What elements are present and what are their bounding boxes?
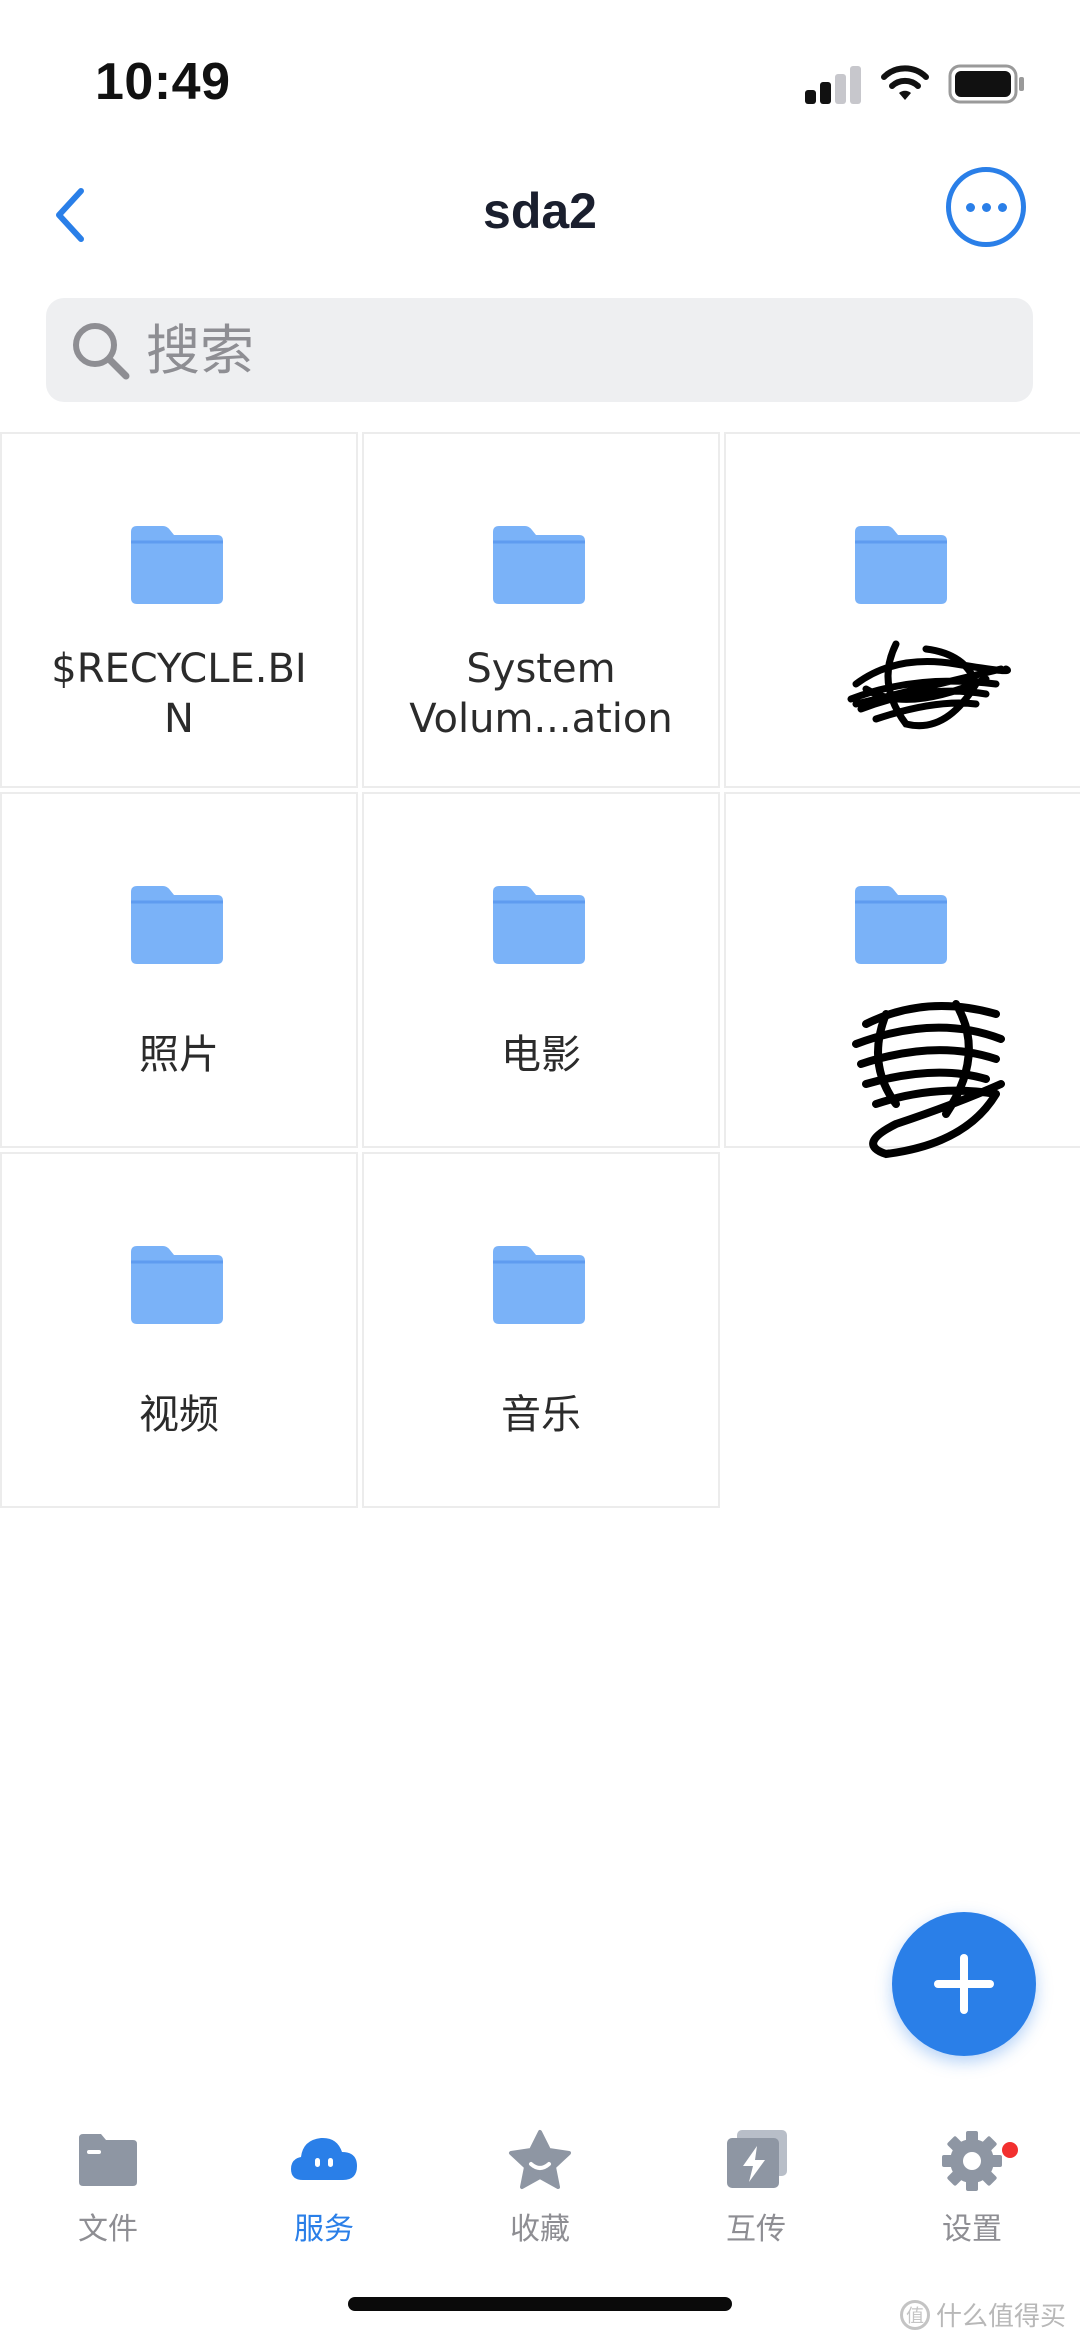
folder-item[interactable]: $RECYCLE.BI N [0, 432, 358, 788]
search-bar[interactable] [46, 298, 1033, 402]
more-options-button[interactable] [946, 167, 1026, 247]
tab-favorites[interactable]: 收藏 [432, 2128, 648, 2258]
folder-name: 视频 [139, 1392, 219, 1438]
folder-icon [493, 1246, 585, 1324]
folder-name-line: System [466, 646, 616, 692]
folder-name-line: $RECYCLE.BI [51, 646, 307, 692]
status-time: 10:49 [95, 53, 231, 111]
cloud-icon [291, 2137, 357, 2180]
navigation-bar: sda2 [0, 160, 1080, 270]
plus-icon [934, 1954, 994, 2014]
battery-icon [948, 64, 1024, 104]
folder-icon [493, 886, 585, 964]
watermark-logo-icon: 值 [899, 2299, 930, 2330]
folder-item[interactable]: 电影 [362, 792, 720, 1148]
folder-name-line: Volum...ation [409, 696, 673, 742]
page-title: sda2 [483, 183, 597, 239]
folder-name: 电影 [501, 1032, 581, 1078]
tab-label: 设置 [942, 2212, 1002, 2247]
tab-label: 互传 [726, 2212, 786, 2247]
notification-badge [1002, 2142, 1018, 2158]
tab-transfer[interactable]: 互传 [648, 2128, 864, 2258]
folder-name: 音乐 [501, 1392, 581, 1438]
home-indicator [348, 2297, 732, 2311]
folder-name: $RECYCLE.BI N [12, 644, 346, 744]
folder-icon [855, 526, 947, 604]
gear-icon [942, 2131, 1002, 2191]
folder-item[interactable]: System Volum...ation [362, 432, 720, 788]
folder-icon [493, 526, 585, 604]
tab-label: 文件 [78, 2212, 138, 2247]
tab-settings[interactable]: 设置 [864, 2128, 1080, 2258]
folder-icon [131, 1246, 223, 1324]
folder-icon [131, 886, 223, 964]
add-button[interactable] [892, 1912, 1036, 2056]
folder-name: 照片 [139, 1032, 219, 1078]
ellipsis-dot [981, 202, 991, 212]
transfer-icon [727, 2130, 787, 2188]
folder-item[interactable]: 音乐 [362, 1152, 720, 1508]
folder-name: System Volum...ation [374, 644, 708, 744]
folder-item[interactable]: 视频 [0, 1152, 358, 1508]
folder-icon [79, 2134, 137, 2186]
folder-item[interactable] [724, 792, 1080, 1159]
folder-name-line: N [164, 696, 194, 742]
star-icon [509, 2130, 571, 2189]
tab-label: 收藏 [510, 2212, 570, 2247]
search-input[interactable] [146, 318, 946, 382]
redacted-scribble [852, 1000, 1005, 1159]
ellipsis-dot [997, 202, 1007, 212]
tab-label: 服务 [294, 2212, 354, 2247]
redacted-scribble [847, 640, 1011, 730]
search-icon [73, 323, 130, 380]
tab-bar: 文件 服务 收藏 互传 设置 [0, 2108, 1080, 2258]
wifi-icon [881, 65, 929, 100]
status-bar: 10:49 [0, 0, 1080, 150]
tab-services[interactable]: 服务 [216, 2128, 432, 2258]
ellipsis-circle-icon [965, 202, 975, 212]
tab-files[interactable]: 文件 [0, 2128, 216, 2258]
cellular-signal-icon [805, 64, 863, 104]
folder-item[interactable] [724, 432, 1080, 788]
folder-icon [131, 526, 223, 604]
watermark-text: 什么值得买 [935, 2302, 1066, 2332]
folder-icon [855, 886, 947, 964]
folder-item[interactable]: 照片 [0, 792, 358, 1148]
watermark: 值 什么值得买 [899, 2296, 1066, 2333]
